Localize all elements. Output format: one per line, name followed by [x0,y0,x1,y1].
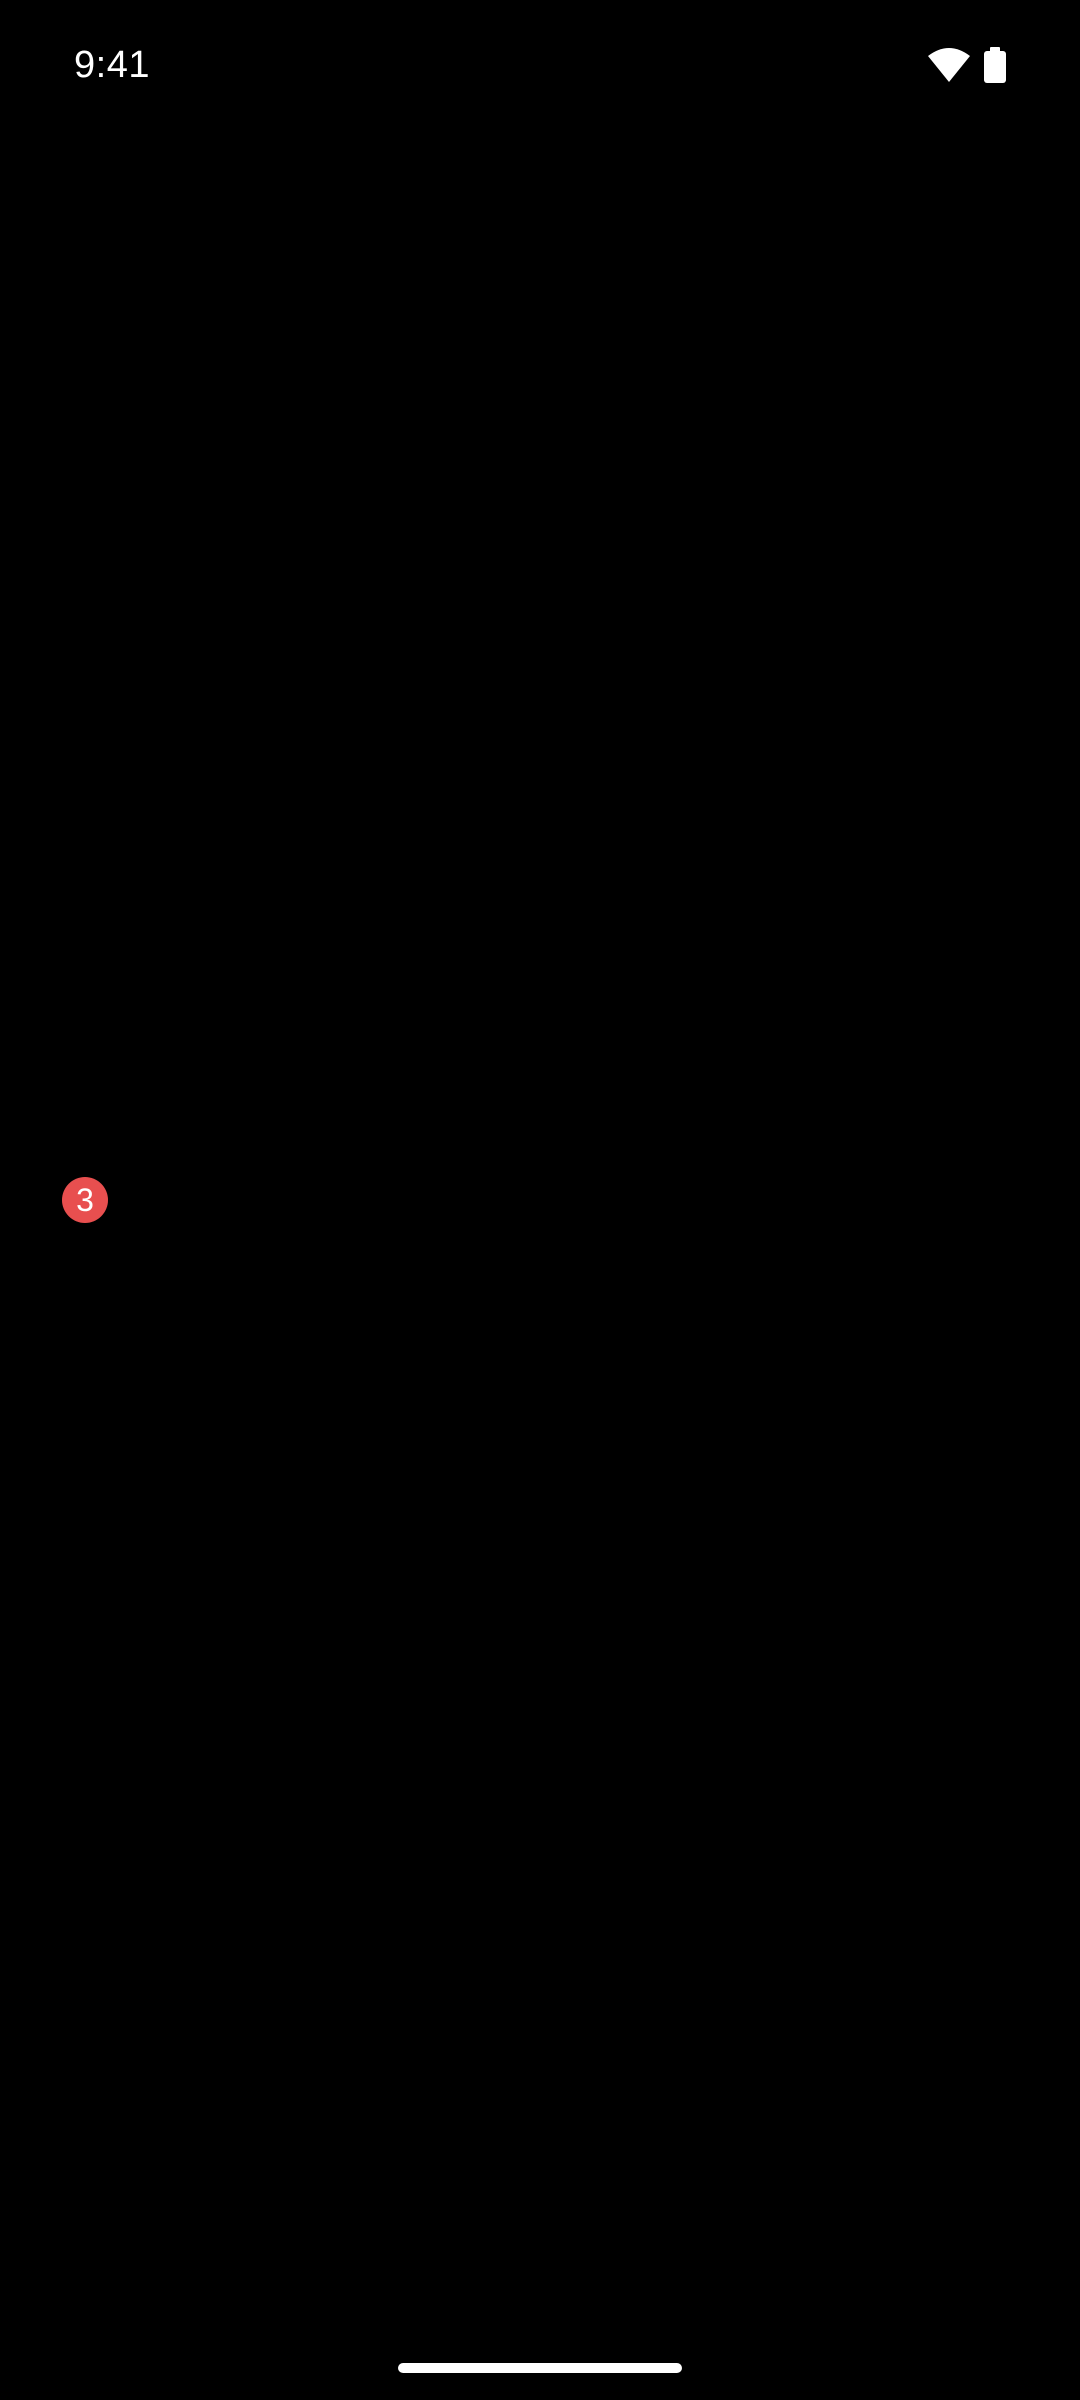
wifi-icon [928,48,970,82]
battery-icon [984,47,1006,83]
notification-count-badge[interactable]: 3 [62,1177,108,1223]
app-content-area [0,130,1080,2330]
status-bar: 9:41 [0,0,1080,130]
badge-count: 3 [76,1182,94,1218]
gesture-navigation-bar[interactable] [398,2363,682,2373]
phone-screen: 9:41 3 [0,0,1080,2400]
status-time: 9:41 [74,44,150,86]
